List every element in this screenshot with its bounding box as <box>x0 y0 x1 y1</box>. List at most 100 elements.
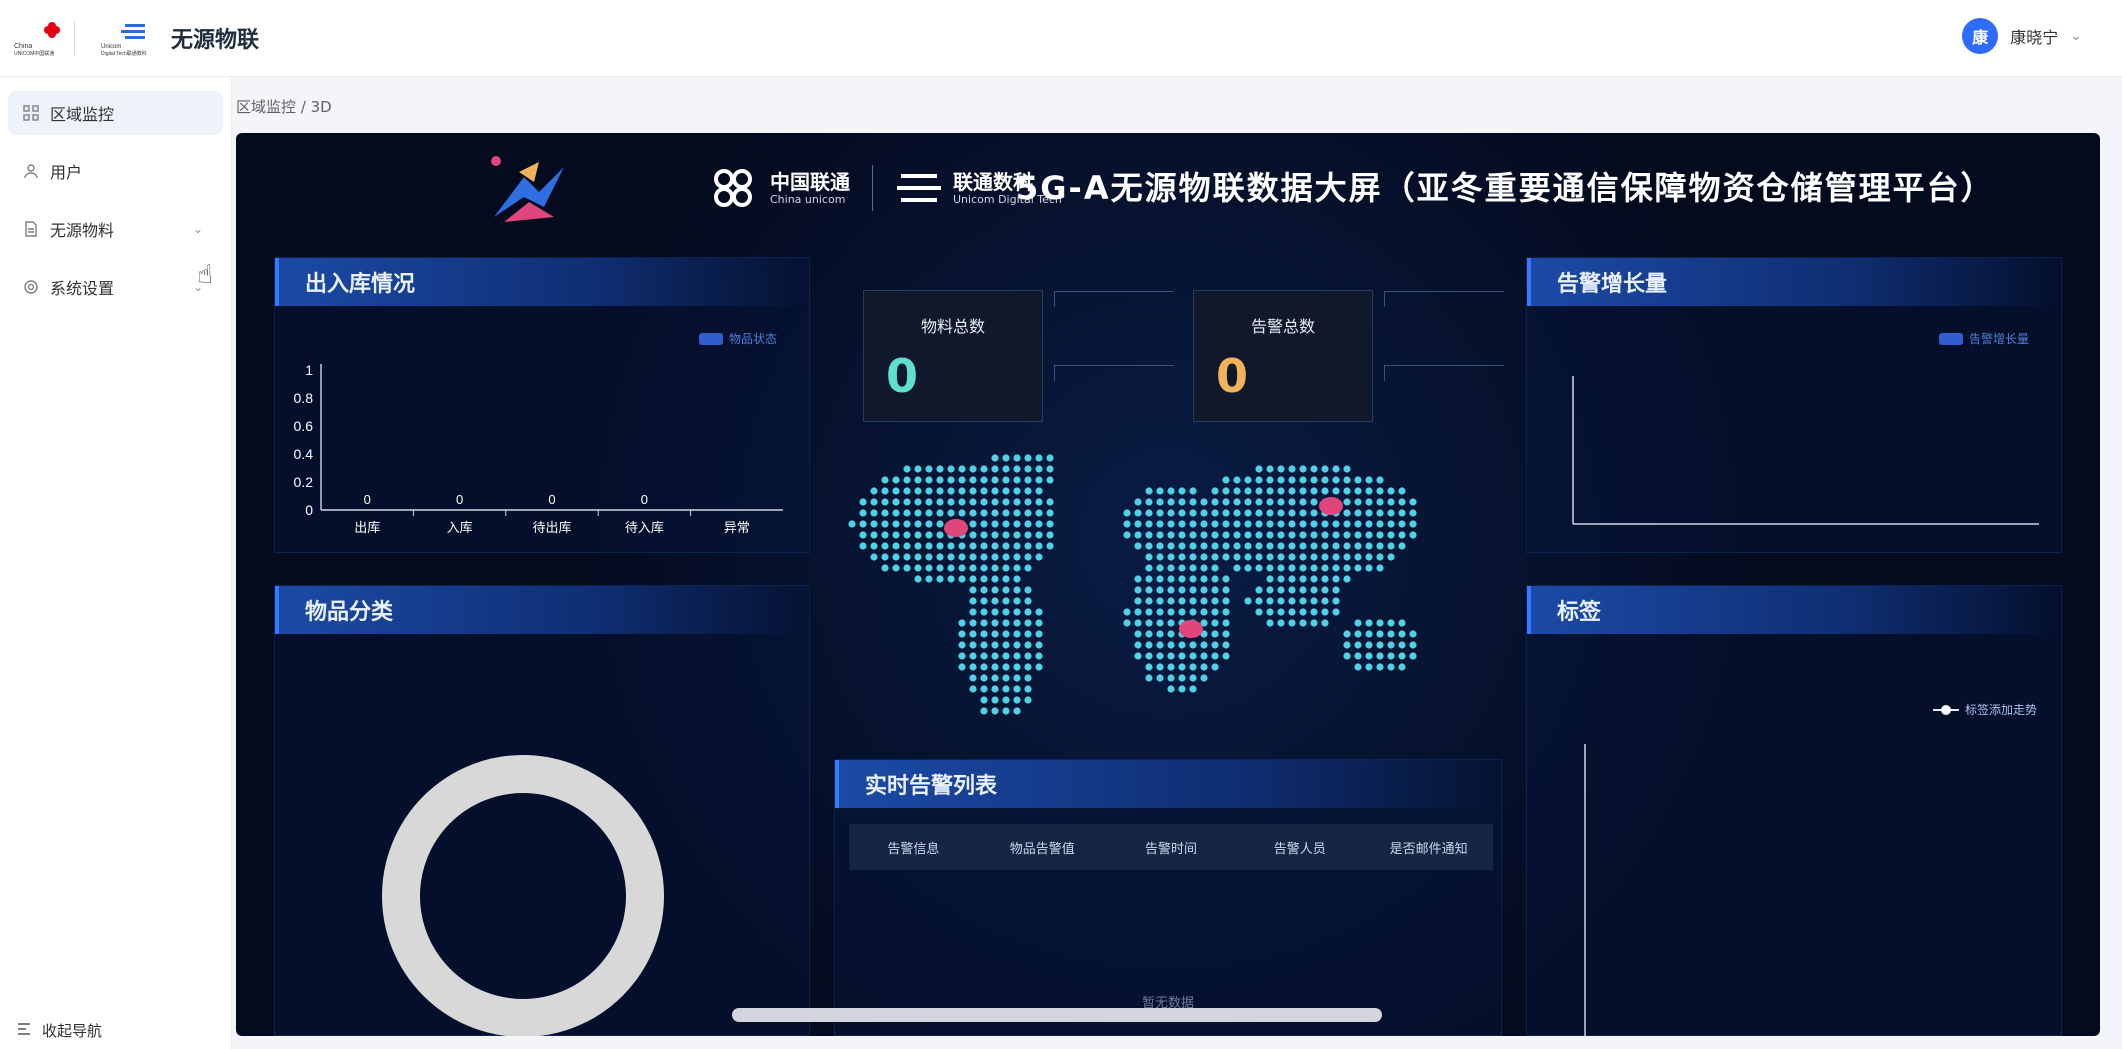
map-dot <box>1266 542 1274 550</box>
map-dot <box>1266 597 1274 605</box>
map-dot <box>1178 531 1186 539</box>
map-dot <box>1387 542 1395 550</box>
collapse-nav-button[interactable]: 收起导航 <box>16 1020 102 1041</box>
map-dot <box>1123 520 1131 528</box>
sidebar-item-area-monitor[interactable]: 区域监控 <box>8 91 223 135</box>
map-dot <box>1002 707 1010 715</box>
map-dot <box>969 465 977 473</box>
map-dot <box>1299 520 1307 528</box>
map-dot <box>859 520 867 528</box>
map-dot <box>1299 476 1307 484</box>
map-dot <box>1365 531 1373 539</box>
map-dot <box>1145 674 1153 682</box>
map-dot <box>1156 652 1164 660</box>
map-dot <box>1024 498 1032 506</box>
map-dot <box>1013 663 1021 671</box>
map-dot <box>881 476 889 484</box>
chevron-down-icon[interactable]: ⌄ <box>193 222 203 236</box>
map-dot <box>936 520 944 528</box>
map-dot <box>1211 597 1219 605</box>
map-dot <box>1134 597 1142 605</box>
map-dot <box>1002 465 1010 473</box>
map-dot <box>1002 619 1010 627</box>
map-dot <box>1013 630 1021 638</box>
map-dot <box>1013 652 1021 660</box>
map-dot <box>1277 619 1285 627</box>
map-dot <box>980 487 988 495</box>
brand-logos: 中国联通 China unicom 联通数科 Unicom Digital Te… <box>706 165 1062 211</box>
map-dot <box>1123 608 1131 616</box>
map-hotspot[interactable] <box>1319 497 1343 515</box>
avatar[interactable]: 康 <box>1962 18 1999 54</box>
map-dot <box>1376 564 1384 572</box>
map-dot <box>1178 498 1186 506</box>
column-email-notice[interactable]: 是否邮件通知 <box>1364 838 1493 857</box>
map-dot <box>980 520 988 528</box>
map-dot <box>1024 564 1032 572</box>
column-alarm-value[interactable]: 物品告警值 <box>978 838 1107 857</box>
map-dot <box>1354 652 1362 660</box>
map-dot <box>947 465 955 473</box>
map-dot <box>1200 641 1208 649</box>
chevron-down-icon[interactable]: ⌄ <box>2070 28 2082 44</box>
map-dot <box>881 564 889 572</box>
map-dot <box>1288 586 1296 594</box>
map-dot <box>991 707 999 715</box>
map-dot <box>958 564 966 572</box>
map-dot <box>1200 542 1208 550</box>
map-dot <box>969 619 977 627</box>
map-dot <box>958 553 966 561</box>
map-dot <box>1255 608 1263 616</box>
map-dot <box>1211 542 1219 550</box>
map-dot <box>1233 531 1241 539</box>
map-hotspot[interactable] <box>1179 620 1203 638</box>
map-dot <box>1244 531 1252 539</box>
app-header: China UNICOM中国联通 Unicom Digital Tech联通数科… <box>0 0 2122 77</box>
map-dot <box>1178 564 1186 572</box>
map-dot <box>980 630 988 638</box>
sidebar-item-users[interactable]: 用户 <box>8 149 223 193</box>
data-label: 0 <box>364 492 371 507</box>
map-dot <box>1156 630 1164 638</box>
donut-ring <box>382 755 664 1036</box>
map-dot <box>1013 619 1021 627</box>
map-dot <box>1189 652 1197 660</box>
brand-divider <box>872 165 873 211</box>
map-dot <box>1387 520 1395 528</box>
map-dot <box>1255 509 1263 517</box>
dashboard-screen: 中国联通 China unicom 联通数科 Unicom Digital Te… <box>236 133 2100 1036</box>
map-dot <box>1167 663 1175 671</box>
map-dot <box>958 476 966 484</box>
map-dot <box>881 542 889 550</box>
map-dot <box>936 487 944 495</box>
user-menu[interactable]: 康 康晓宁 ⌄ <box>1962 18 2082 54</box>
map-dot <box>925 553 933 561</box>
column-alarm-time[interactable]: 告警时间 <box>1107 838 1236 857</box>
map-dot <box>1365 542 1373 550</box>
map-dot <box>1376 487 1384 495</box>
map-dot <box>1178 608 1186 616</box>
map-dot <box>1211 531 1219 539</box>
map-dot <box>980 641 988 649</box>
sidebar-item-system-settings[interactable]: 系统设置 ⌄ <box>8 265 223 309</box>
map-dot <box>1288 509 1296 517</box>
map-dot <box>859 509 867 517</box>
user-name[interactable]: 康晓宁 <box>2010 24 2058 48</box>
map-dot <box>1211 630 1219 638</box>
map-dot <box>1178 553 1186 561</box>
map-dot <box>1035 663 1043 671</box>
map-dot <box>1024 663 1032 671</box>
map-dot <box>925 542 933 550</box>
map-dot <box>1035 608 1043 616</box>
data-label: 0 <box>548 492 555 507</box>
map-dot <box>914 476 922 484</box>
column-alarm-info[interactable]: 告警信息 <box>849 838 978 857</box>
map-dot <box>1244 553 1252 561</box>
sidebar-item-passive-materials[interactable]: 无源物料 ⌄ <box>8 207 223 251</box>
column-alarm-person[interactable]: 告警人员 <box>1235 838 1364 857</box>
map-hotspot[interactable] <box>944 519 968 537</box>
map-dot <box>1310 476 1318 484</box>
map-dot <box>881 553 889 561</box>
map-dot <box>991 542 999 550</box>
map-dot <box>1134 619 1142 627</box>
